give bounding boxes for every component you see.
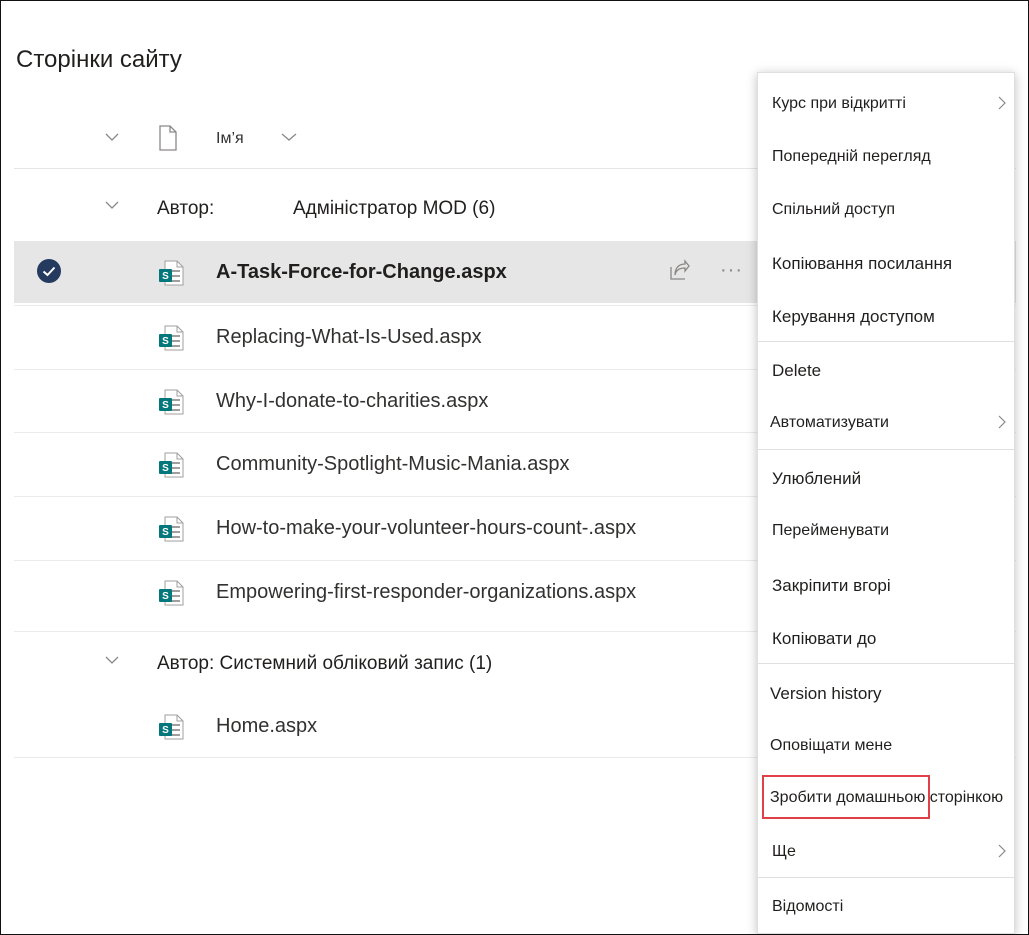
menu-item-label: Курс при відкритті (772, 95, 906, 112)
menu-item-label: Ще (772, 843, 796, 860)
file-name[interactable]: How-to-make-your-volunteer-hours-count-.… (216, 517, 636, 540)
svg-text:S: S (162, 463, 169, 474)
callout-highlight-box (762, 775, 930, 819)
svg-text:S: S (162, 400, 169, 411)
sharepoint-page-icon: S (157, 324, 185, 357)
group-label: Автор: Системний обліковий запис (1) (157, 653, 493, 674)
menu-item-label: Попередній перегляд (772, 148, 931, 165)
menu-item-alert-me[interactable]: Оповіщати мене (758, 727, 1014, 767)
sharepoint-page-icon: S (157, 579, 185, 612)
group-collapse-chevron-icon[interactable] (105, 197, 119, 215)
collapse-all-chevron-icon[interactable] (105, 129, 119, 147)
menu-item-version-history[interactable]: Version history (758, 674, 1014, 714)
menu-item-copy-to[interactable]: Копіювати до (758, 619, 1014, 659)
menu-item-label: Delete (772, 361, 822, 380)
menu-item-share[interactable]: Спільний доступ (758, 191, 1014, 231)
file-name[interactable]: Empowering-first-responder-organizations… (216, 581, 636, 604)
menu-item-delete[interactable]: Delete (758, 351, 1014, 391)
menu-item-label: Керування доступом (772, 307, 935, 326)
sharepoint-page-icon: S (157, 388, 185, 421)
menu-separator (758, 663, 1014, 664)
menu-item-more[interactable]: Ще (758, 833, 1014, 873)
chevron-right-icon (998, 415, 1006, 434)
menu-item-label: Спільний доступ (772, 201, 896, 218)
chevron-right-icon (998, 844, 1006, 863)
menu-item-label: Копіювати до (772, 629, 877, 648)
file-type-icon[interactable] (158, 125, 178, 156)
menu-separator (758, 341, 1014, 342)
svg-text:S: S (162, 527, 169, 538)
menu-item-details[interactable]: Відомості (758, 888, 1014, 928)
chevron-right-icon (998, 96, 1006, 115)
menu-item-label: Улюблений (772, 469, 862, 488)
menu-item-pin-to-top[interactable]: Закріпити вгорі (758, 566, 1014, 606)
svg-text:S: S (162, 336, 169, 347)
menu-separator (758, 877, 1014, 878)
group-name: Адміністратор MOD (6) (293, 198, 496, 219)
group-collapse-chevron-icon[interactable] (105, 652, 119, 670)
menu-item-label: Відомості (772, 898, 844, 915)
menu-item-automate[interactable]: Автоматизувати (758, 404, 1014, 444)
menu-item-favorite[interactable]: Улюблений (758, 459, 1014, 499)
menu-item-manage-access[interactable]: Керування доступом (758, 297, 1014, 337)
menu-item-copy-link[interactable]: Копіювання посилання (758, 244, 1014, 284)
name-column-header[interactable]: Ім’я (216, 130, 244, 148)
file-name[interactable]: A-Task-Force-for-Change.aspx (216, 261, 507, 284)
svg-text:S: S (162, 271, 169, 282)
menu-item-open-in[interactable]: Курс при відкритті (758, 85, 1014, 125)
menu-item-rename[interactable]: Перейменувати (758, 512, 1014, 552)
page-title: Сторінки сайту (16, 46, 182, 73)
svg-text:S: S (162, 725, 169, 736)
checkmark-icon[interactable] (36, 258, 62, 289)
sharepoint-page-icon: S (157, 713, 185, 746)
menu-item-preview[interactable]: Попередній перегляд (758, 138, 1014, 178)
menu-separator (758, 449, 1014, 450)
menu-item-label: Version history (770, 684, 882, 703)
sharepoint-page-icon: S (157, 515, 185, 548)
menu-item-label: Оповіщати мене (770, 737, 893, 754)
sharepoint-page-icon: S (157, 259, 185, 292)
menu-item-label: Копіювання посилання (772, 254, 953, 273)
menu-item-label: Автоматизувати (770, 414, 889, 431)
group-label: Автор: (157, 198, 215, 219)
file-name[interactable]: Why-I-donate-to-charities.aspx (216, 390, 488, 413)
menu-item-label: Перейменувати (772, 522, 889, 539)
file-name[interactable]: Home.aspx (216, 715, 317, 738)
sort-chevron-down-icon[interactable] (281, 129, 297, 147)
more-options-icon[interactable]: ··· (720, 259, 743, 282)
file-name[interactable]: Community-Spotlight-Music-Mania.aspx (216, 453, 569, 476)
sharepoint-page-icon: S (157, 451, 185, 484)
menu-item-label: Закріпити вгорі (772, 576, 891, 595)
svg-text:S: S (162, 591, 169, 602)
share-icon[interactable] (666, 258, 692, 289)
file-name[interactable]: Replacing-What-Is-Used.aspx (216, 326, 482, 349)
